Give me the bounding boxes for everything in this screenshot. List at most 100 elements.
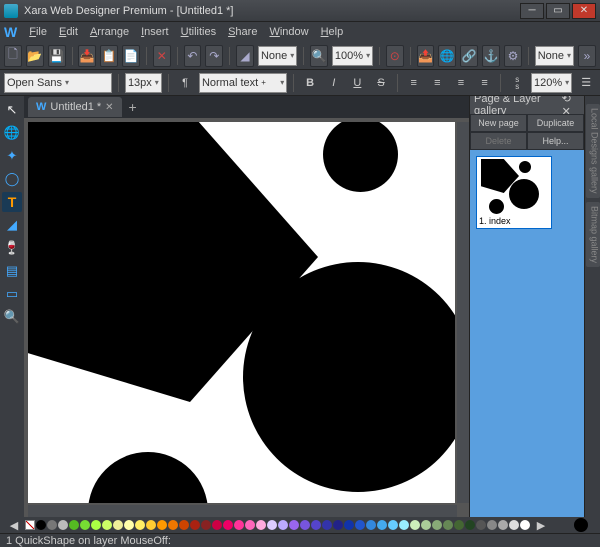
color-swatch[interactable] [421,520,431,530]
color-swatch[interactable] [146,520,156,530]
color-swatch[interactable] [135,520,145,530]
add-tab-button[interactable]: + [124,98,142,116]
color-swatch[interactable] [487,520,497,530]
text-style-select[interactable]: Normal text+▾ [199,73,287,93]
current-fill-swatch[interactable] [571,515,591,535]
shadow-tool[interactable]: ▤ [2,261,22,281]
menu-arrange[interactable]: Arrange [84,24,135,40]
color-swatch[interactable] [377,520,387,530]
new-page-button[interactable]: New page [470,114,527,132]
stroke-select[interactable]: None▾ [535,46,574,66]
circle-bottom[interactable] [88,452,208,503]
ellipse-tool[interactable]: ◯ [2,169,22,189]
fill-tool[interactable]: ◢ [2,215,22,235]
side-tab-designs[interactable]: Local Designs gallery [586,104,600,198]
save-button[interactable]: 💾 [48,45,66,67]
font-select[interactable]: Open Sans▾ [4,73,112,93]
color-swatch[interactable] [157,520,167,530]
more-button[interactable]: » [578,45,596,67]
color-swatch[interactable] [113,520,123,530]
maximize-button[interactable]: ▭ [546,3,570,19]
color-swatch[interactable] [36,520,46,530]
super-sub-button[interactable]: ss [507,73,527,93]
color-swatch[interactable] [366,520,376,530]
zoom-select[interactable]: 100%▾ [332,46,373,66]
color-swatch[interactable] [58,520,68,530]
open-button[interactable]: 📂 [26,45,44,67]
align-center-button[interactable]: ≡ [427,73,447,93]
close-tab-icon[interactable]: ✕ [105,102,113,113]
options-button[interactable]: ⚙ [504,45,522,67]
minimize-button[interactable]: ─ [520,3,544,19]
color-swatch[interactable] [179,520,189,530]
scrollbar-vertical[interactable] [457,122,469,503]
color-swatch[interactable] [520,520,530,530]
color-swatch[interactable] [124,520,134,530]
menu-share[interactable]: Share [222,24,263,40]
color-swatch[interactable] [267,520,277,530]
link-button[interactable]: 🔗 [460,45,478,67]
menu-edit[interactable]: Edit [53,24,84,40]
anchor-button[interactable]: ⚓ [482,45,500,67]
palette-prev-icon[interactable]: ◀ [4,515,24,535]
menu-utilities[interactable]: Utilities [175,24,222,40]
color-swatch[interactable] [91,520,101,530]
side-tab-bitmap[interactable]: Bitmap gallery [586,202,600,267]
color-swatch[interactable] [69,520,79,530]
new-button[interactable]: 🗋 [4,45,22,67]
color-swatch[interactable] [47,520,57,530]
list-button[interactable]: ☰ [576,73,596,93]
duplicate-button[interactable]: Duplicate [527,114,584,132]
preview-button[interactable]: 🌐 [438,45,456,67]
fill-icon[interactable]: ◢ [236,45,254,67]
color-swatch[interactable] [80,520,90,530]
palette-next-icon[interactable]: ▶ [531,515,551,535]
font-size-select[interactable]: 13px▾ [125,73,162,93]
menu-window[interactable]: Window [263,24,314,40]
align-right-button[interactable]: ≡ [451,73,471,93]
color-swatch[interactable] [245,520,255,530]
menu-help[interactable]: Help [315,24,350,40]
circle-large[interactable] [243,262,455,492]
color-swatch[interactable] [465,520,475,530]
color-swatch[interactable] [355,520,365,530]
color-swatch[interactable] [388,520,398,530]
color-swatch[interactable] [234,520,244,530]
export-button[interactable]: 📤 [417,45,435,67]
color-swatch[interactable] [454,520,464,530]
strike-button[interactable]: S [371,73,391,93]
undo-button[interactable]: ↶ [184,45,202,67]
color-swatch[interactable] [256,520,266,530]
fill-select[interactable]: None▾ [258,46,297,66]
color-swatch[interactable] [102,520,112,530]
rectangle-tool[interactable]: ▭ [2,284,22,304]
color-swatch[interactable] [201,520,211,530]
scrollbar-horizontal[interactable] [28,505,457,517]
page-thumbnail[interactable]: 1. index [476,156,552,229]
color-swatch[interactable] [190,520,200,530]
color-swatch[interactable] [168,520,178,530]
web-tool[interactable]: 🌐 [2,123,22,143]
color-swatch[interactable] [212,520,222,530]
color-swatch[interactable] [333,520,343,530]
selector-tool[interactable]: ↖ [2,100,22,120]
underline-button[interactable]: U [348,73,368,93]
italic-button[interactable]: I [324,73,344,93]
color-swatch[interactable] [432,520,442,530]
color-swatch[interactable] [476,520,486,530]
zoom-icon[interactable]: 🔍 [310,45,328,67]
redo-button[interactable]: ↷ [205,45,223,67]
color-swatch[interactable] [322,520,332,530]
color-swatch[interactable] [300,520,310,530]
text-tool[interactable]: T [2,192,22,212]
paragraph-icon[interactable]: ¶ [175,73,195,93]
zoom-tool[interactable]: 🔍 [2,307,22,327]
document-tab[interactable]: W Untitled1 * ✕ [28,97,122,117]
close-button[interactable]: ✕ [572,3,596,19]
snap-button[interactable]: ⊙ [386,45,404,67]
paste-button[interactable]: 📄 [122,45,140,67]
canvas[interactable] [28,122,455,503]
line-height-select[interactable]: 120%▾ [531,73,572,93]
color-swatch[interactable] [311,520,321,530]
color-swatch[interactable] [498,520,508,530]
